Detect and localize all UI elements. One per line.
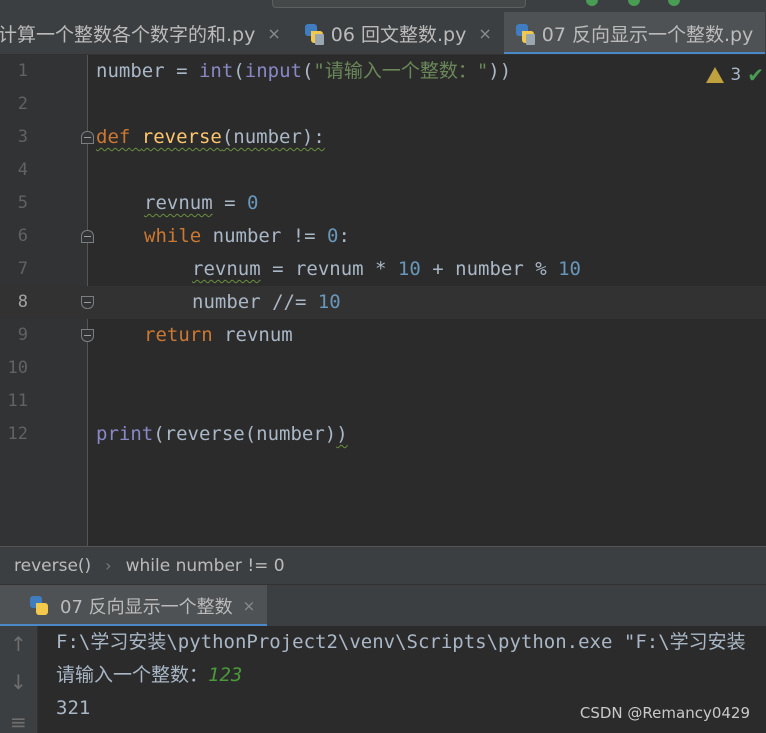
debug-icon[interactable] <box>628 0 640 6</box>
editor-tab-bar: 计算一个整数各个数字的和.py × 06 回文整数.py × 07 反向显示一个… <box>0 12 766 55</box>
tab-palindrome[interactable]: 06 回文整数.py × <box>293 12 504 54</box>
tab-reverse-integer[interactable]: 07 反向显示一个整数.py <box>503 12 766 54</box>
tab-run-config[interactable]: 07 反向显示一个整数 × <box>0 585 268 627</box>
console-prompt-line: 请输入一个整数：123 <box>56 664 243 686</box>
code-text: revnum = revnum * 10 + number % 10 <box>192 258 581 280</box>
inspection-widget[interactable]: 3 ✔ <box>706 63 764 87</box>
tab-label: 07 反向显示一个整数.py <box>541 24 754 46</box>
code-text: def reverse(number): <box>96 126 325 148</box>
fold-icon[interactable] <box>81 230 94 243</box>
run-config-selector[interactable] <box>272 0 526 8</box>
code-line-9[interactable]: 9 return revnum <box>0 319 766 352</box>
line-number: 5 <box>17 193 28 213</box>
breadcrumb-item-loop[interactable]: while number != 0 <box>126 556 285 576</box>
arrow-down-icon[interactable]: ↓ <box>10 670 27 694</box>
fold-icon[interactable] <box>81 296 94 309</box>
code-text: number //= 10 <box>192 291 341 313</box>
run-console[interactable]: ↑ ↓ ≡ F:\学习安装\pythonProject2\venv\Script… <box>0 626 766 733</box>
python-file-icon <box>514 23 536 45</box>
arrow-up-icon[interactable]: ↑ <box>10 632 27 656</box>
code-line-10[interactable]: 10 <box>0 352 766 385</box>
coverage-icon[interactable] <box>668 0 680 6</box>
code-text: print(reverse(number)) <box>96 423 348 445</box>
code-text: while number != 0: <box>144 225 350 247</box>
code-editor[interactable]: 1 number = int(input("请输入一个整数：")) 2 3 de… <box>0 55 766 546</box>
python-icon <box>28 595 50 617</box>
code-text: revnum = 0 <box>144 192 259 214</box>
console-result-line: 321 <box>56 697 91 719</box>
code-line-2[interactable]: 2 <box>0 88 766 121</box>
code-line-8[interactable]: 8 number //= 10 <box>0 286 766 319</box>
line-number: 7 <box>17 259 28 279</box>
console-command-line: F:\学习安装\pythonProject2\venv\Scripts\pyth… <box>56 631 746 653</box>
code-line-1[interactable]: 1 number = int(input("请输入一个整数：")) <box>0 55 766 88</box>
console-user-input: 123 <box>208 664 243 686</box>
run-icon[interactable] <box>586 0 598 6</box>
tab-label: 计算一个整数各个数字的和.py <box>0 24 256 46</box>
line-number: 11 <box>7 391 28 411</box>
line-number: 1 <box>17 61 28 81</box>
tab-label: 06 回文整数.py <box>330 24 467 46</box>
line-number: 3 <box>17 127 28 147</box>
toolbar-strip <box>0 0 766 12</box>
chevron-right-icon: › <box>105 556 112 575</box>
tab-sum-digits[interactable]: 计算一个整数各个数字的和.py × <box>0 12 293 54</box>
close-icon[interactable]: × <box>478 24 491 43</box>
line-number: 12 <box>7 424 28 444</box>
code-line-6[interactable]: 6 while number != 0: <box>0 220 766 253</box>
run-tool-window-header: 07 反向显示一个整数 × <box>0 584 766 627</box>
code-text: return revnum <box>144 324 293 346</box>
close-icon[interactable]: × <box>243 597 256 615</box>
line-number: 4 <box>17 160 28 180</box>
python-file-icon <box>303 23 325 45</box>
console-toolbar: ↑ ↓ ≡ <box>0 626 38 733</box>
code-line-5[interactable]: 5 revnum = 0 <box>0 187 766 220</box>
line-number: 10 <box>7 358 28 378</box>
check-icon: ✔ <box>747 63 764 87</box>
code-line-4[interactable]: 4 <box>0 154 766 187</box>
fold-icon[interactable] <box>81 329 94 342</box>
wrap-icon[interactable]: ≡ <box>10 710 27 733</box>
code-text: number = int(input("请输入一个整数：")) <box>96 60 512 82</box>
breadcrumb: reverse() › while number != 0 <box>0 546 766 584</box>
line-number: 2 <box>17 94 28 114</box>
warning-icon <box>706 67 725 83</box>
close-icon[interactable]: × <box>267 24 280 43</box>
fold-icon[interactable] <box>81 131 94 144</box>
line-number: 9 <box>17 325 28 345</box>
code-line-3[interactable]: 3 def reverse(number): <box>0 121 766 154</box>
code-line-7[interactable]: 7 revnum = revnum * 10 + number % 10 <box>0 253 766 286</box>
watermark: CSDN @Remancy0429 <box>579 704 750 722</box>
code-line-12[interactable]: 12 print(reverse(number)) <box>0 418 766 451</box>
line-number: 8 <box>17 292 28 312</box>
code-line-11[interactable]: 11 <box>0 385 766 418</box>
warning-count: 3 <box>730 65 742 85</box>
breadcrumb-item-function[interactable]: reverse() <box>14 556 91 576</box>
line-number: 6 <box>17 226 28 246</box>
run-tab-label: 07 反向显示一个整数 <box>60 597 233 618</box>
